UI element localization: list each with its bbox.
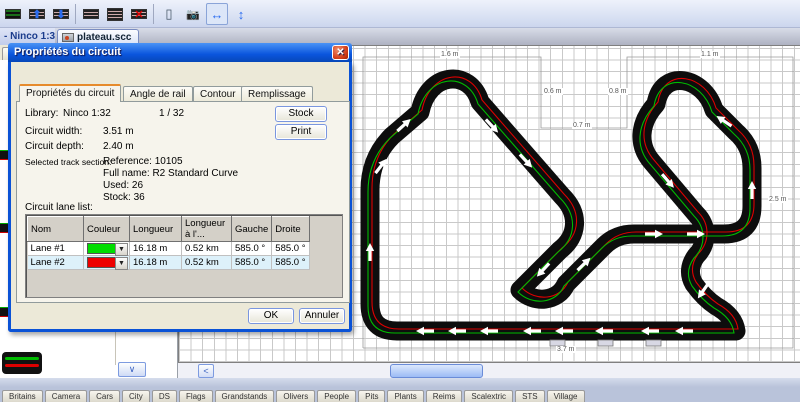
palette-item[interactable] (2, 352, 42, 374)
selected-section-label: Selected track section: (25, 157, 111, 167)
lane-length: 16.18 m (130, 242, 182, 256)
pit-lane-icon[interactable]: ▯ (158, 3, 180, 25)
tab-proprietes[interactable]: Propriétés du circuit (19, 84, 121, 102)
palette-item[interactable] (0, 150, 8, 160)
track-piece-icon[interactable] (2, 3, 24, 25)
lane-table-container: Nom Couleur Longueur Longueur à l'... Ga… (25, 214, 343, 298)
circuit-width-label: Circuit width: (25, 126, 82, 137)
flip-horizontal-icon[interactable]: ↔ (206, 3, 228, 25)
track-surface (370, 79, 752, 331)
circuit-width-value: 3.51 m (103, 126, 134, 137)
selected-reference: Reference: 10105 (103, 156, 183, 167)
lane-list-label: Circuit lane list: (25, 202, 93, 213)
circuit-properties-dialog: Propriétés du circuit ✕ Propriétés du ci… (8, 62, 352, 332)
main-toolbar: ⬆ ⬇ ✕ ▯ 📷 ↔ ↕ (0, 0, 800, 28)
library-tab[interactable]: Pits (358, 390, 385, 402)
palette-item[interactable] (0, 223, 8, 233)
color-dropdown-button[interactable]: ▼ (115, 257, 128, 270)
lower-track-icon[interactable]: ⬇ (50, 3, 72, 25)
lane-right-angle: 585.0 ° (272, 242, 310, 256)
lane-left-angle: 585.0 ° (232, 242, 272, 256)
lane-name: Lane #1 (28, 242, 84, 256)
library-tab-bar: Britains Camera Cars City DS Flags Grand… (0, 387, 800, 402)
lane-length-scale: 0.52 km (182, 242, 232, 256)
palette-scroll-down-button[interactable]: ∨ (118, 362, 146, 377)
dim-label: 3.7 m (556, 346, 576, 353)
tab-angle-de-rail[interactable]: Angle de rail (123, 86, 193, 102)
stock-button[interactable]: Stock (275, 106, 327, 122)
library-tab[interactable]: Britains (2, 390, 43, 402)
lane-color-swatch[interactable]: ▼ (87, 243, 126, 254)
toolbar-separator (75, 4, 76, 24)
lane-right-angle: 585.0 ° (272, 256, 310, 270)
tab-remplissage[interactable]: Remplissage (241, 86, 313, 102)
table-row[interactable]: Lane #1 ▼ 16.18 m 0.52 km 585.0 ° 585.0 … (28, 242, 310, 256)
library-tab[interactable]: Plants (387, 390, 423, 402)
library-tab[interactable]: City (122, 390, 150, 402)
library-tab[interactable]: STS (515, 390, 545, 402)
selected-used: Used: 26 (103, 180, 143, 191)
lane-length-scale: 0.52 km (182, 256, 232, 270)
library-tab[interactable]: DS (152, 390, 177, 402)
lane-name: Lane #2 (28, 256, 84, 270)
dim-label: 0.6 m (543, 88, 563, 95)
library-tab[interactable]: Flags (179, 390, 213, 402)
print-button[interactable]: Print (275, 124, 327, 140)
dialog-tab-page: Library: Ninco 1:32 1 / 32 Stock Circuit… (16, 101, 350, 303)
library-tab[interactable]: Camera (45, 390, 87, 402)
scroll-left-button[interactable]: < (198, 364, 214, 378)
scrollbar-thumb[interactable] (390, 364, 483, 378)
dim-label: 1.1 m (700, 51, 720, 58)
delete-section-icon[interactable]: ✕ (128, 3, 150, 25)
table-row[interactable]: Lane #2 ▼ 16.18 m 0.52 km 585.0 ° 585.0 … (28, 256, 310, 270)
lane-color-swatch[interactable]: ▼ (87, 257, 126, 268)
library-tab[interactable]: Olivers (276, 390, 315, 402)
palette-item[interactable] (0, 307, 8, 317)
dialog-titlebar[interactable]: Propriétés du circuit ✕ (8, 43, 352, 62)
dim-label: 2.5 m (768, 196, 788, 203)
lane-table-header: Nom Couleur Longueur Longueur à l'... Ga… (28, 217, 310, 242)
library-tab[interactable]: Cars (89, 390, 120, 402)
selected-stock: Stock: 36 (103, 192, 145, 203)
lane-table: Nom Couleur Longueur Longueur à l'... Ga… (27, 216, 310, 270)
ok-button[interactable]: OK (248, 308, 294, 324)
library-tab[interactable]: Reims (426, 390, 463, 402)
road-section-icon[interactable] (80, 3, 102, 25)
dim-label: 0.8 m (608, 88, 628, 95)
library-label: Library: (25, 108, 58, 119)
library-tab[interactable]: Scalextric (464, 390, 513, 402)
color-dropdown-button[interactable]: ▼ (115, 243, 128, 256)
flip-vertical-icon[interactable]: ↕ (230, 3, 252, 25)
library-tab[interactable]: People (317, 390, 356, 402)
selected-fullname: Full name: R2 Standard Curve (103, 168, 238, 179)
camera-icon[interactable]: 📷 (182, 3, 204, 25)
lane-length: 16.18 m (130, 256, 182, 270)
cancel-button[interactable]: Annuler (299, 308, 345, 324)
raise-track-icon[interactable]: ⬆ (26, 3, 48, 25)
circuit-depth-value: 2.40 m (103, 141, 134, 152)
dim-label: 1.6 m (440, 51, 460, 58)
library-tab[interactable]: Grandstands (215, 390, 275, 402)
page-indicator: 1 / 32 (159, 108, 184, 119)
lane-left-angle: 585.0 ° (232, 256, 272, 270)
library-value: Ninco 1:32 (63, 108, 111, 119)
road-wide-icon[interactable] (104, 3, 126, 25)
dim-label: 0.7 m (572, 122, 592, 129)
tab-contour[interactable]: Contour (193, 86, 243, 102)
toolbar-separator (153, 4, 154, 24)
status-strip (0, 378, 800, 387)
library-tab[interactable]: Village (547, 390, 585, 402)
circuit-depth-label: Circuit depth: (25, 141, 84, 152)
canvas-hscrollbar[interactable]: < (178, 362, 800, 378)
close-icon[interactable]: ✕ (332, 45, 349, 60)
document-icon (62, 33, 74, 42)
